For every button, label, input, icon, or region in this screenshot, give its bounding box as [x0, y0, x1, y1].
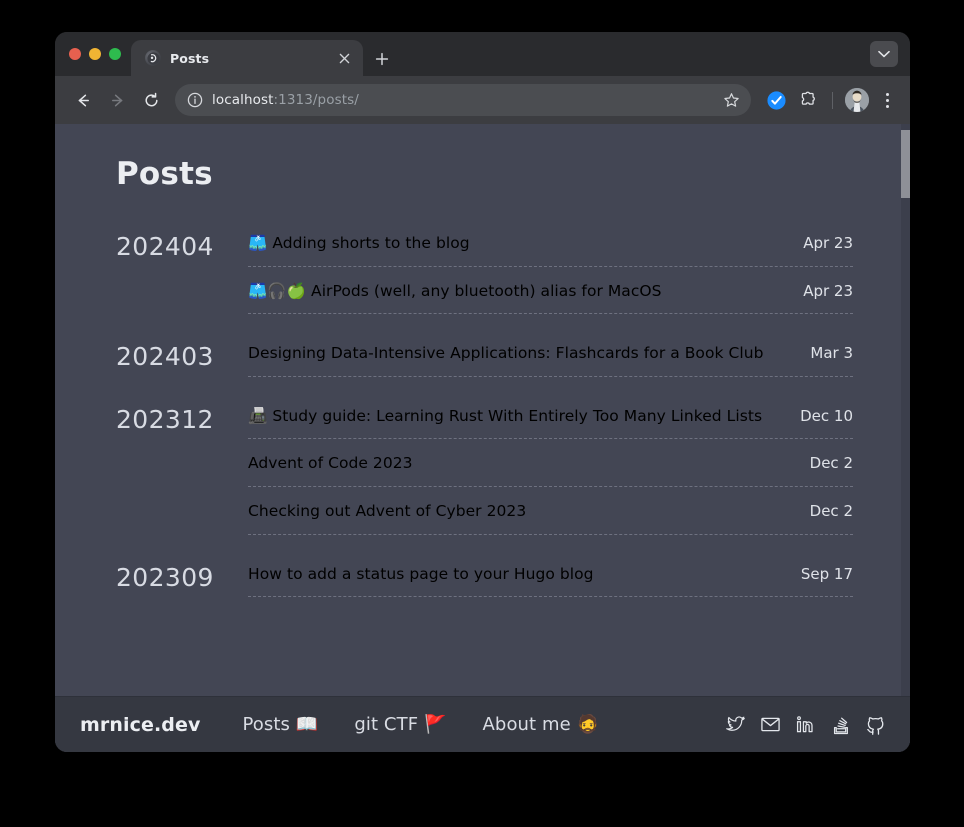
post-date: Apr 23	[803, 281, 853, 300]
footer-link-about-me[interactable]: About me 🧔	[483, 714, 600, 735]
post-title-link[interactable]: Advent of Code 2023	[248, 453, 798, 474]
post-title-link[interactable]: 🩳🎧🍏 AirPods (well, any bluetooth) alias …	[248, 281, 791, 302]
post-title-text: AirPods (well, any bluetooth) alias for …	[311, 281, 662, 300]
year-month-label: 202404	[116, 232, 214, 261]
footer-link-git-ctf[interactable]: git CTF 🚩	[354, 714, 446, 735]
tab-title: Posts	[170, 50, 210, 66]
bookmark-star-icon[interactable]	[719, 88, 743, 112]
post-title-text: Study guide: Learning Rust With Entirely…	[272, 406, 763, 425]
profile-avatar[interactable]	[845, 88, 869, 112]
tab-search-button[interactable]	[870, 41, 898, 67]
post-year-group: 202404 🩳 Adding shorts to the blog Apr 23 🩳…	[116, 230, 853, 315]
post-title-link[interactable]: 🩳 Adding shorts to the blog	[248, 233, 791, 254]
close-tab-icon[interactable]	[335, 49, 353, 67]
menu-dot	[885, 92, 889, 96]
post-title-link[interactable]: Checking out Advent of Cyber 2023	[248, 501, 798, 522]
post-date: Apr 23	[803, 234, 853, 252]
linkedin-icon[interactable]	[795, 714, 816, 735]
post-list: 🩳 Adding shorts to the blog Apr 23 🩳🎧🍏 Air…	[248, 230, 853, 315]
close-window-button[interactable]	[69, 48, 81, 60]
url-host: localhost	[212, 92, 274, 108]
email-icon[interactable]	[760, 714, 781, 735]
social-links	[725, 714, 886, 735]
post-row[interactable]: How to add a status page to your Hugo bl…	[248, 561, 853, 598]
post-list: 📠 Study guide: Learning Rust With Entire…	[248, 403, 853, 535]
window-controls	[55, 32, 131, 76]
post-title-text: Checking out Advent of Cyber 2023	[248, 502, 527, 521]
page-title: Posts	[116, 156, 213, 192]
post-date: Dec 2	[809, 454, 853, 473]
url-text: localhost:1313/posts/	[212, 92, 710, 108]
post-date: Dec 2	[809, 502, 853, 521]
page-scroll-area: Posts 202404 🩳 Adding shorts to the blog A…	[55, 124, 901, 752]
post-groups: 202404 🩳 Adding shorts to the blog Apr 23 🩳…	[116, 230, 853, 598]
post-emoji: 🩳	[248, 234, 268, 252]
post-title-link[interactable]: How to add a status page to your Hugo bl…	[248, 564, 789, 585]
puzzle-piece-extensions-icon[interactable]	[793, 85, 823, 115]
github-icon[interactable]	[865, 714, 886, 735]
post-title-text: Adding shorts to the blog	[272, 234, 470, 252]
post-year-group: 202309 How to add a status page to your H…	[116, 561, 853, 598]
page-scrollbar[interactable]	[901, 124, 910, 752]
tabstrip-right-controls	[870, 32, 910, 76]
post-emoji: 📠	[248, 406, 268, 425]
browser-toolbar: localhost:1313/posts/	[55, 76, 910, 124]
post-year-group: 202312 📠 Study guide: Learning Rust With …	[116, 403, 853, 535]
footer-links: Posts 📖 git CTF 🚩 About me 🧔	[242, 714, 599, 735]
back-button[interactable]	[67, 84, 99, 116]
post-title-text: Designing Data-Intensive Applications: F…	[248, 344, 764, 363]
new-tab-button[interactable]	[367, 42, 397, 76]
post-list: Designing Data-Intensive Applications: F…	[248, 340, 853, 377]
post-row[interactable]: Advent of Code 2023 Dec 2	[248, 450, 853, 488]
post-title-link[interactable]: Designing Data-Intensive Applications: F…	[248, 343, 798, 364]
page-content: Posts 202404 🩳 Adding shorts to the blog A…	[55, 124, 901, 598]
post-emoji: 🩳🎧🍏	[248, 281, 307, 300]
browser-menu-button[interactable]	[874, 85, 900, 115]
toolbar-divider	[832, 91, 833, 109]
post-title-link[interactable]: 📠 Study guide: Learning Rust With Entire…	[248, 406, 788, 427]
menu-dot	[885, 98, 889, 102]
post-list: How to add a status page to your Hugo bl…	[248, 561, 853, 598]
year-month-label: 202312	[116, 404, 214, 434]
post-row[interactable]: 🩳 Adding shorts to the blog Apr 23	[248, 230, 853, 267]
minimize-window-button[interactable]	[89, 48, 101, 60]
menu-dot	[885, 104, 889, 108]
twitter-icon[interactable]	[725, 714, 746, 735]
year-month-label: 202403	[116, 342, 214, 372]
footer-link-posts[interactable]: Posts 📖	[242, 714, 318, 735]
post-title-text: Advent of Code 2023	[248, 454, 413, 473]
post-row[interactable]: Checking out Advent of Cyber 2023 Dec 2	[248, 498, 853, 535]
site-brand[interactable]: mrnice.dev	[80, 714, 200, 736]
browser-tab[interactable]: Posts	[131, 40, 363, 76]
post-date: Sep 17	[800, 564, 853, 583]
page-scrollbar-thumb[interactable]	[901, 130, 910, 198]
shield-check-extension-icon[interactable]	[761, 85, 791, 115]
page-viewport: Posts 202404 🩳 Adding shorts to the blog A…	[55, 124, 910, 752]
browser-window: Posts localhost:1313/posts/ Posts 202404…	[55, 32, 910, 752]
site-favicon-icon	[145, 50, 161, 66]
tab-strip: Posts	[55, 32, 910, 76]
post-row[interactable]: 🩳🎧🍏 AirPods (well, any bluetooth) alias …	[248, 278, 853, 315]
post-row[interactable]: Designing Data-Intensive Applications: F…	[248, 340, 853, 377]
post-row[interactable]: 📠 Study guide: Learning Rust With Entire…	[248, 403, 853, 440]
url-path: :1313/posts/	[273, 92, 359, 108]
maximize-window-button[interactable]	[109, 48, 121, 60]
site-footer-nav: mrnice.dev Posts 📖 git CTF 🚩 About me 🧔	[55, 696, 910, 752]
site-info-icon[interactable]	[186, 92, 203, 109]
post-date: Mar 3	[810, 344, 853, 363]
post-year-group: 202403 Designing Data-Intensive Applicati…	[116, 340, 853, 377]
address-bar[interactable]: localhost:1313/posts/	[175, 84, 751, 116]
reload-button[interactable]	[135, 84, 167, 116]
year-month-label: 202309	[116, 562, 214, 592]
post-title-text: How to add a status page to your Hugo bl…	[248, 564, 594, 583]
forward-button[interactable]	[101, 84, 133, 116]
stackoverflow-icon[interactable]	[830, 714, 851, 735]
post-date: Dec 10	[800, 406, 853, 425]
